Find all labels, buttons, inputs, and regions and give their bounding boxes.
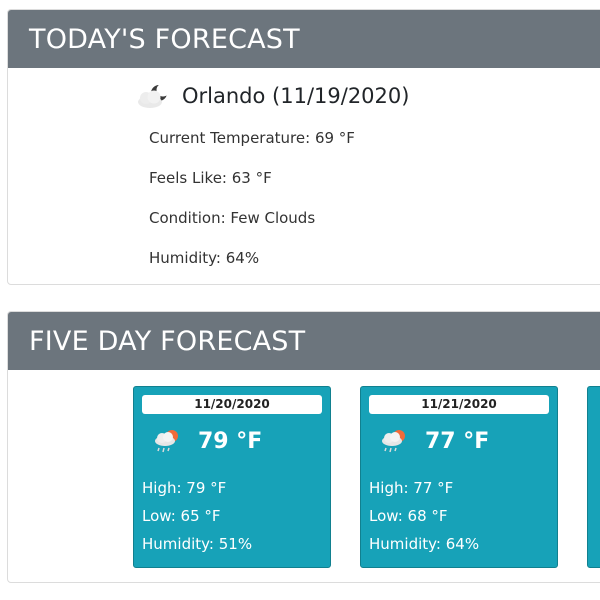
rain-sun-icon	[155, 430, 178, 453]
day-low: Low: 68 °F	[369, 507, 448, 525]
five-day-forecast-card: FIVE DAY FORECAST 11/20/2020 79 °F High:…	[7, 311, 600, 583]
day-humidity: Humidity: 64%	[369, 535, 480, 553]
day-date: 11/21/2020	[369, 395, 549, 414]
day-temperature: 79 °F	[198, 428, 263, 454]
day-date: 11/20/2020	[142, 395, 322, 414]
day-high: High: 77 °F	[369, 479, 454, 497]
city-row: Orlando (11/19/2020)	[134, 80, 409, 112]
city-name-date: Orlando (11/19/2020)	[182, 84, 410, 108]
day-card: 11/21/2020 77 °F High: 77 °F Low: 68 °F …	[360, 386, 558, 568]
current-temperature: Current Temperature: 69 °F	[149, 129, 355, 147]
five-day-forecast-header: FIVE DAY FORECAST	[8, 312, 600, 370]
day-low: Low: 65 °F	[142, 507, 221, 525]
five-day-list: 11/20/2020 79 °F High: 79 °F Low: 65 °F …	[8, 370, 600, 582]
day-main: 77 °F	[379, 427, 489, 455]
todays-forecast-body: Orlando (11/19/2020) Current Temperature…	[8, 68, 600, 284]
todays-forecast-card: TODAY'S FORECAST Orlando (11/19/2020) Cu…	[7, 9, 600, 285]
few-clouds-night-icon	[138, 83, 170, 108]
day-high: High: 79 °F	[142, 479, 227, 497]
condition: Condition: Few Clouds	[149, 209, 316, 227]
day-card-partial	[587, 386, 600, 568]
day-card: 11/20/2020 79 °F High: 79 °F Low: 65 °F …	[133, 386, 331, 568]
day-temperature: 77 °F	[425, 428, 490, 454]
feels-like: Feels Like: 63 °F	[149, 169, 272, 187]
humidity: Humidity: 64%	[149, 249, 260, 267]
rain-sun-icon	[382, 430, 405, 453]
day-humidity: Humidity: 51%	[142, 535, 253, 553]
todays-forecast-header: TODAY'S FORECAST	[8, 10, 600, 68]
day-main: 79 °F	[152, 427, 262, 455]
